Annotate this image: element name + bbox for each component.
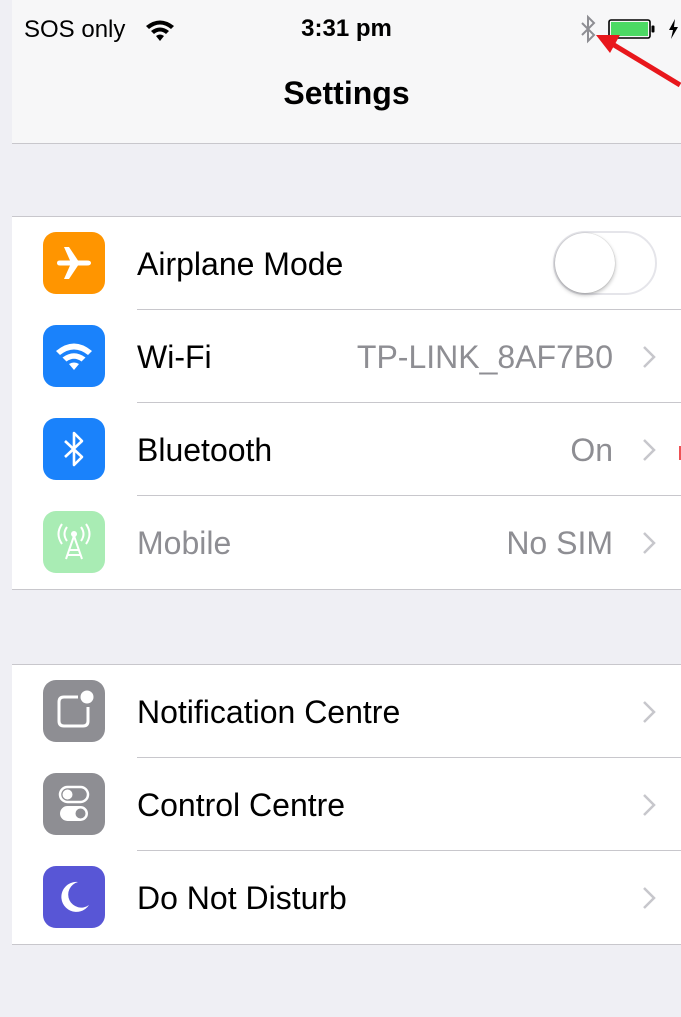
- bluetooth-label: Bluetooth: [137, 432, 273, 468]
- wifi-icon: [43, 325, 105, 387]
- chevron-right-icon: [643, 532, 656, 554]
- toggle-knob: [555, 233, 615, 293]
- settings-row-bluetooth[interactable]: Bluetooth On: [12, 403, 681, 496]
- settings-row-do-not-disturb[interactable]: Do Not Disturb: [12, 851, 681, 944]
- bluetooth-icon: [43, 418, 105, 480]
- settings-group-connectivity: Airplane Mode Wi-Fi TP-LINK_8AF7B0 Bluet…: [12, 216, 681, 590]
- annotation-mark: [679, 446, 681, 460]
- wifi-network-value: TP-LINK_8AF7B0: [356, 339, 613, 375]
- control-centre-icon: [43, 773, 105, 835]
- settings-screen: SOS only 3:31 pm Settings Airplane Mode …: [0, 0, 681, 1017]
- settings-row-notification-centre[interactable]: Notification Centre: [12, 665, 681, 758]
- chevron-right-icon: [643, 439, 656, 461]
- wifi-label: Wi-Fi: [137, 339, 212, 375]
- chevron-right-icon: [643, 887, 656, 909]
- settings-group-system: Notification Centre Control Centre Do No…: [12, 664, 681, 945]
- settings-row-control-centre[interactable]: Control Centre: [12, 758, 681, 851]
- settings-row-wifi[interactable]: Wi-Fi TP-LINK_8AF7B0: [12, 310, 681, 403]
- airplane-icon: [43, 232, 105, 294]
- do-not-disturb-label: Do Not Disturb: [137, 880, 347, 916]
- header: SOS only 3:31 pm Settings: [12, 0, 681, 144]
- status-bar: SOS only 3:31 pm: [12, 0, 681, 60]
- mobile-status-value: No SIM: [506, 525, 613, 561]
- notification-centre-label: Notification Centre: [137, 694, 401, 730]
- moon-icon: [43, 866, 105, 928]
- chevron-right-icon: [643, 794, 656, 816]
- charging-bolt-icon: [669, 19, 678, 39]
- battery-icon: [608, 19, 655, 39]
- cellular-antenna-icon: [43, 511, 105, 573]
- chevron-right-icon: [643, 346, 656, 368]
- chevron-right-icon: [643, 701, 656, 723]
- mobile-label: Mobile: [137, 525, 232, 561]
- bluetooth-status-value: On: [570, 432, 613, 468]
- notification-centre-icon: [43, 680, 105, 742]
- airplane-mode-toggle[interactable]: [553, 231, 657, 295]
- settings-row-airplane-mode[interactable]: Airplane Mode: [12, 217, 681, 310]
- control-centre-label: Control Centre: [137, 787, 346, 823]
- airplane-mode-label: Airplane Mode: [137, 246, 344, 282]
- page-title: Settings: [283, 75, 410, 111]
- bluetooth-status-icon: [581, 14, 596, 44]
- settings-row-mobile[interactable]: Mobile No SIM: [12, 496, 681, 589]
